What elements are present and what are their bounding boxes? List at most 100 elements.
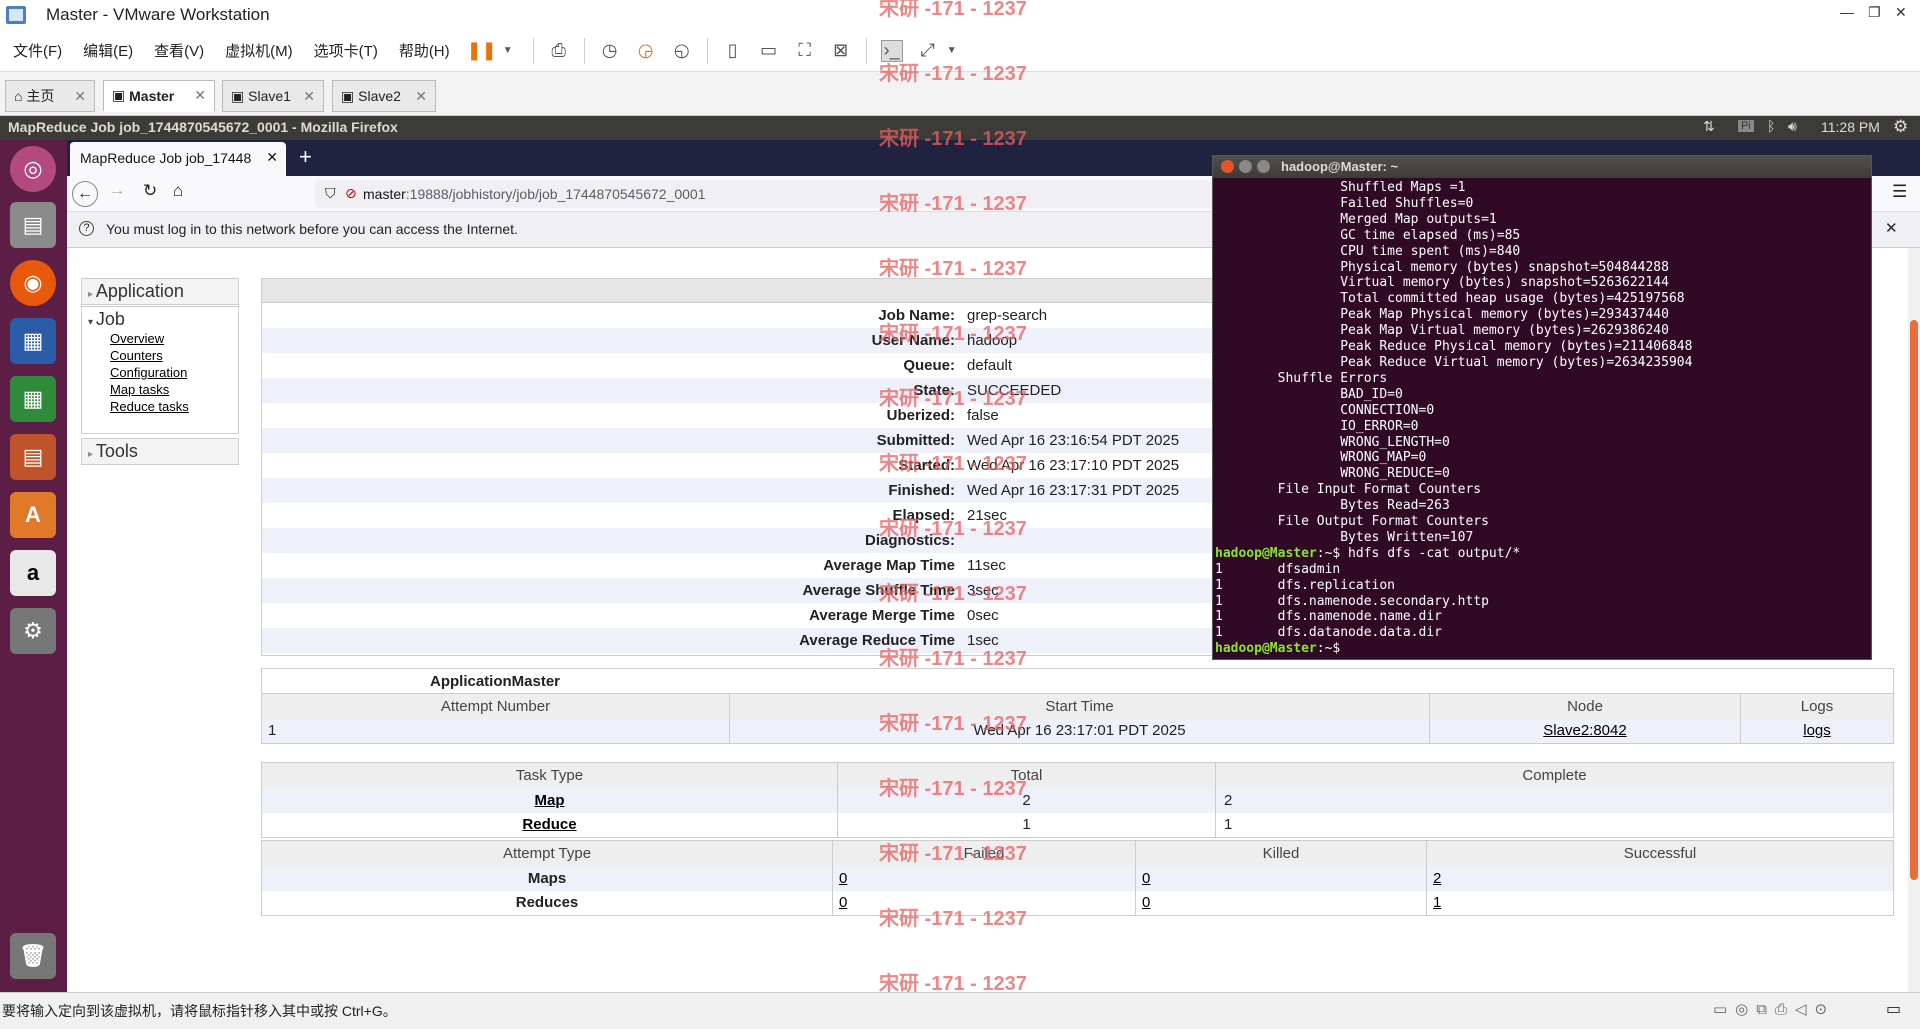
calc-icon[interactable]: ▦ <box>10 376 56 422</box>
settings-icon[interactable]: ⚙ <box>10 608 56 654</box>
vm-icon: ▣ <box>112 87 130 103</box>
snapshot-icon[interactable]: ◷ <box>599 40 621 62</box>
minimize-icon[interactable] <box>1239 160 1252 173</box>
gear-icon[interactable]: ⚙ <box>1893 117 1908 137</box>
menu-edit[interactable]: 编辑(E) <box>83 40 133 61</box>
close-icon[interactable]: ✕ <box>74 88 86 105</box>
shield-icon[interactable]: ⛉ <box>325 185 336 202</box>
sidebar-job[interactable]: ▾ Job Overview Counters Configuration Ma… <box>81 306 239 434</box>
minimize-icon[interactable]: — <box>1840 4 1854 20</box>
volume-icon[interactable]: 🔊︎ <box>1788 118 1797 135</box>
close-icon[interactable]: ✕ <box>303 88 315 105</box>
revert-snapshot-icon[interactable]: ◶ <box>635 40 657 62</box>
task-type-reduce-link[interactable]: Reduce <box>522 816 576 833</box>
network-icon[interactable]: ⇅ <box>1703 118 1715 135</box>
restore-icon[interactable]: ❐ <box>1868 4 1881 21</box>
new-tab-icon[interactable]: + <box>299 144 312 170</box>
maximize-icon[interactable] <box>1257 160 1270 173</box>
page-scrollbar[interactable] <box>1908 248 1920 992</box>
job-overview-header <box>262 279 1234 303</box>
firefox-tab-active[interactable]: MapReduce Job job_17448 ✕ <box>70 142 286 176</box>
files-icon[interactable]: ▤ <box>10 202 56 248</box>
job-info-value: 0sec <box>967 607 999 624</box>
node-link[interactable]: Slave2:8042 <box>1543 722 1626 739</box>
terminal-output[interactable]: Shuffled Maps =1 Failed Shuffles=0 Merge… <box>1213 178 1871 657</box>
reduces-successful-link[interactable]: 1 <box>1433 894 1441 911</box>
task-type-map-link[interactable]: Map <box>535 792 565 809</box>
forward-icon[interactable]: → <box>109 182 125 200</box>
sidebar-link-counters[interactable]: Counters <box>110 347 232 364</box>
application-master-table: ApplicationMaster Attempt Number Start T… <box>261 668 1894 744</box>
active-window-title: MapReduce Job job_1744870545672_0001 - M… <box>8 119 398 135</box>
device-status-icons[interactable]: ▭◎⧉⎙◁⊙ <box>1713 1000 1835 1018</box>
firefox-icon[interactable]: ◉ <box>10 260 56 306</box>
keyboard-icon[interactable]: Pi <box>1738 120 1754 132</box>
writer-icon[interactable]: ▦ <box>10 318 56 364</box>
sidebar-link-map-tasks[interactable]: Map tasks <box>110 381 232 398</box>
close-icon[interactable]: ✕ <box>415 88 427 105</box>
scrollbar-thumb[interactable] <box>1910 320 1918 880</box>
sidebar-link-reduce-tasks[interactable]: Reduce tasks <box>110 398 232 415</box>
tab-slave2[interactable]: ▣ Slave2 ✕ <box>332 80 436 112</box>
chevron-right-icon: ▸ <box>88 289 96 300</box>
insecure-lock-icon[interactable]: ⊘ <box>345 185 357 202</box>
menu-file[interactable]: 文件(F) <box>13 40 62 61</box>
fullscreen-icon[interactable]: ⛶ <box>794 40 816 62</box>
close-icon[interactable]: ✕ <box>1885 219 1898 237</box>
maps-successful-link[interactable]: 2 <box>1433 870 1441 887</box>
close-icon[interactable] <box>1221 160 1234 173</box>
close-icon[interactable]: ✕ <box>194 87 206 104</box>
reduces-failed-link[interactable]: 0 <box>839 894 847 911</box>
menu-tabs[interactable]: 选项卡(T) <box>314 40 378 61</box>
impress-icon[interactable]: ▤ <box>10 434 56 480</box>
terminal-line: CPU time spent (ms)=840 <box>1215 243 1521 259</box>
tab-home[interactable]: ⌂ 主页 ✕ <box>5 80 95 112</box>
watermark-text: 宋研 -171 - 1237 <box>879 583 1027 605</box>
message-icon[interactable]: ▭ <box>1886 999 1901 1019</box>
snapshot-manager-icon[interactable]: ◵ <box>671 40 693 62</box>
clock[interactable]: 11:28 PM <box>1821 119 1880 135</box>
software-center-icon[interactable]: A <box>10 492 56 538</box>
library-view-icon[interactable]: ▯ <box>722 40 744 62</box>
menu-help[interactable]: 帮助(H) <box>399 40 450 61</box>
reload-icon[interactable]: ↻ <box>143 181 157 201</box>
hamburger-menu-icon[interactable]: ☰ <box>1892 182 1907 202</box>
tab-master[interactable]: ▣ Master ✕ <box>103 80 215 112</box>
terminal-title-bar[interactable]: hadoop@Master: ~ <box>1213 156 1871 178</box>
maps-killed-link[interactable]: 0 <box>1142 870 1150 887</box>
reduces-killed-link[interactable]: 0 <box>1142 894 1150 911</box>
sidebar-application[interactable]: ▸ Application <box>81 278 239 305</box>
terminal-window[interactable]: hadoop@Master: ~ Shuffled Maps =1 Failed… <box>1212 155 1872 660</box>
home-icon[interactable]: ⌂ <box>173 181 183 201</box>
sidebar-link-configuration[interactable]: Configuration <box>110 364 232 381</box>
terminal-line: Peak Reduce Physical memory (bytes)=2114… <box>1215 339 1693 355</box>
terminal-line: WRONG_LENGTH=0 <box>1215 434 1450 450</box>
menu-view[interactable]: 查看(V) <box>154 40 204 61</box>
job-info-value: default <box>967 357 1013 374</box>
column-header: Successful <box>1426 840 1894 866</box>
ubuntu-logo-icon[interactable]: ◎ <box>10 146 56 192</box>
sidebar-tools[interactable]: ▸ Tools <box>81 438 239 465</box>
chevron-down-icon[interactable]: ▼ <box>497 40 519 62</box>
tab-label: 主页 <box>26 88 55 104</box>
menu-vm[interactable]: 虚拟机(M) <box>225 40 293 61</box>
sidebar-link-overview[interactable]: Overview <box>110 330 232 347</box>
pause-icon[interactable]: ❚❚ <box>467 40 497 62</box>
send-ctrl-alt-del-icon[interactable]: ⎙ <box>548 40 570 62</box>
bluetooth-icon[interactable]: ᛒ <box>1767 118 1775 134</box>
tab-slave1[interactable]: ▣ Slave1 ✕ <box>222 80 324 112</box>
maps-failed-link[interactable]: 0 <box>839 870 847 887</box>
terminal-line: 1 dfs.replication <box>1215 577 1396 593</box>
job-info-key: State: <box>913 382 955 399</box>
amazon-icon[interactable]: a <box>10 550 56 596</box>
unity-icon[interactable]: ⊠ <box>830 40 852 62</box>
close-icon[interactable]: ✕ <box>266 149 278 166</box>
job-info-key: Average Shuffle Time <box>802 582 955 599</box>
url-bar[interactable]: ⛉ ⊘ master:19888/jobhistory/job/job_1744… <box>315 180 1305 208</box>
trash-icon[interactable]: 🗑︎ <box>10 933 56 979</box>
close-icon[interactable]: ✕ <box>1895 4 1907 21</box>
job-info-key: Uberized: <box>886 407 955 424</box>
logs-link[interactable]: logs <box>1803 722 1831 739</box>
thumbnail-view-icon[interactable]: ▭ <box>758 40 780 62</box>
back-icon[interactable]: ← <box>72 181 98 207</box>
